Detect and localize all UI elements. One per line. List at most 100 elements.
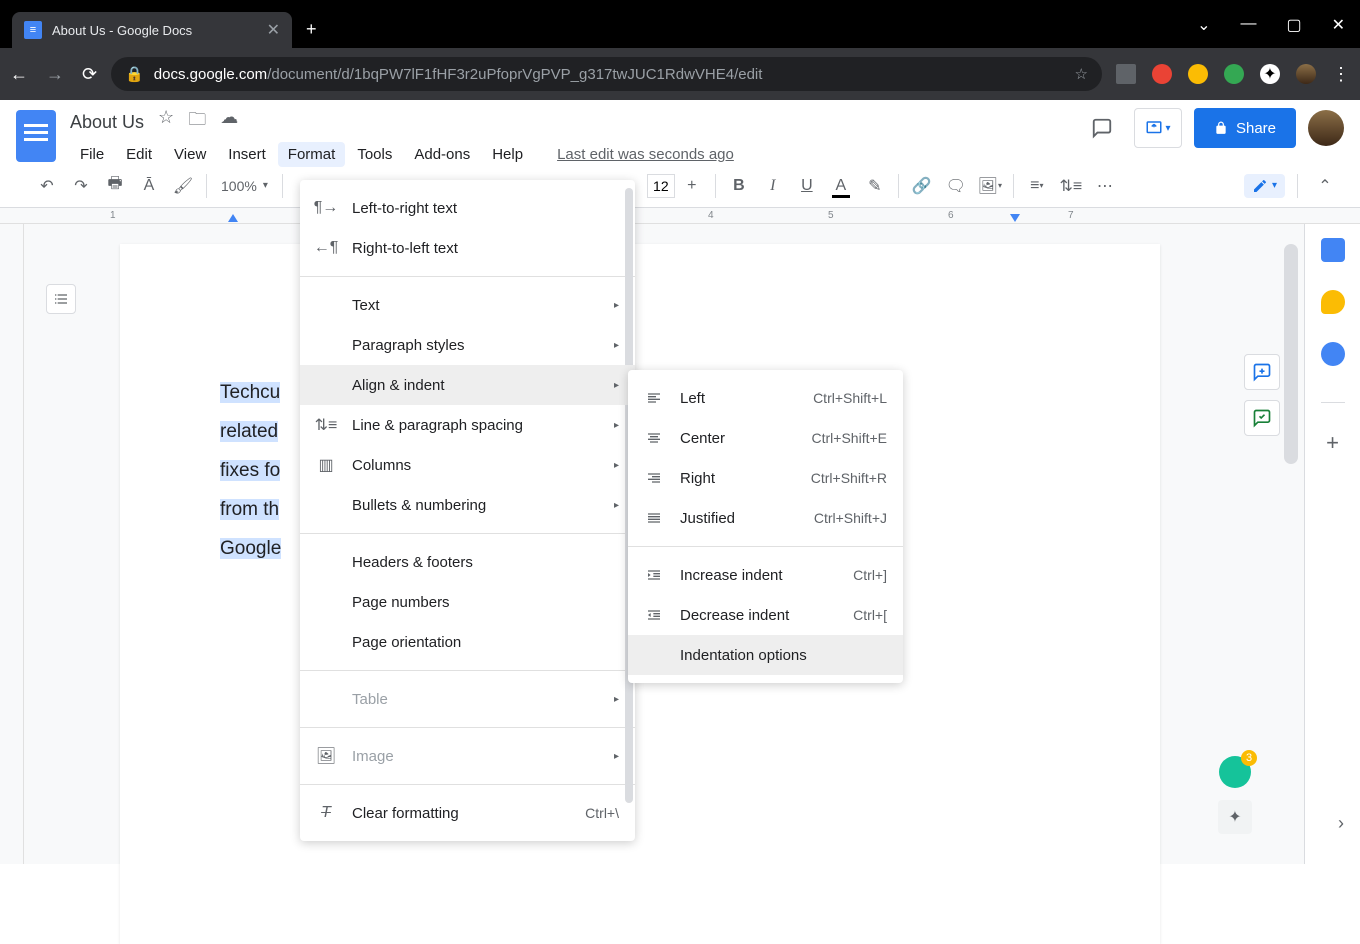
document-title[interactable]: About Us <box>70 112 144 133</box>
suggest-edit-icon[interactable] <box>1244 400 1280 436</box>
back-icon[interactable]: ← <box>10 64 28 85</box>
ext-icon[interactable] <box>1224 64 1244 84</box>
increase-font-icon[interactable]: + <box>677 171 707 201</box>
ext-icon[interactable] <box>1116 64 1136 84</box>
menu-item-align-center[interactable]: Center Ctrl+Shift+E <box>628 418 903 458</box>
menu-item-increase-indent[interactable]: Increase indent Ctrl+] <box>628 555 903 595</box>
keep-icon[interactable] <box>1321 290 1345 314</box>
outline-toggle-icon[interactable] <box>46 284 76 314</box>
comment-icon[interactable]: 🗨 <box>941 171 971 201</box>
editing-mode-button[interactable]: ▾ <box>1244 174 1285 198</box>
side-panel-expand-icon[interactable]: › <box>1338 813 1344 834</box>
address-bar: ← → ⟳ 🔒 docs.google.com/document/d/1bqPW… <box>0 48 1360 100</box>
highlight-icon[interactable]: ✎ <box>860 171 890 201</box>
window-dropdown-icon[interactable]: ⌄ <box>1197 15 1210 35</box>
vertical-ruler[interactable] <box>0 224 24 864</box>
menu-item-columns[interactable]: ▥Columns▸ <box>300 445 635 485</box>
menu-item-headers-footers[interactable]: Headers & footers <box>300 542 635 582</box>
italic-icon[interactable]: I <box>758 171 788 201</box>
grammarly-icon[interactable] <box>1219 756 1251 788</box>
vertical-scrollbar[interactable] <box>1284 244 1298 844</box>
ext-icon[interactable] <box>1152 64 1172 84</box>
underline-icon[interactable]: U <box>792 171 822 201</box>
browser-tab[interactable]: ≡ About Us - Google Docs ✕ <box>12 12 292 48</box>
explore-icon[interactable]: ✦ <box>1218 800 1252 834</box>
url-field[interactable]: 🔒 docs.google.com/document/d/1bqPW7lF1fH… <box>111 57 1102 91</box>
menu-item-bullets[interactable]: Bullets & numbering▸ <box>300 485 635 525</box>
menu-item-line-spacing[interactable]: ⇅≡Line & paragraph spacing▸ <box>300 405 635 445</box>
menu-item-ltr[interactable]: ¶→ Left-to-right text <box>300 188 635 228</box>
ruler-mark: 5 <box>828 210 834 221</box>
cloud-icon[interactable]: ☁ <box>220 107 238 137</box>
more-icon[interactable]: ⋯ <box>1090 171 1120 201</box>
ext-icon[interactable] <box>1188 64 1208 84</box>
format-menu: ¶→ Left-to-right text ←¶ Right-to-left t… <box>300 180 635 841</box>
image-icon[interactable]: 🖼▾ <box>975 171 1005 201</box>
ltr-icon: ¶→ <box>316 199 336 217</box>
menu-item-indentation-options[interactable]: Indentation options <box>628 635 903 675</box>
reload-icon[interactable]: ⟳ <box>82 64 97 85</box>
undo-icon[interactable]: ↶ <box>32 171 62 201</box>
menu-item-decrease-indent[interactable]: Decrease indent Ctrl+[ <box>628 595 903 635</box>
font-size-input[interactable] <box>647 174 675 198</box>
window-minimize-icon[interactable]: — <box>1240 15 1256 35</box>
window-maximize-icon[interactable]: ▢ <box>1286 15 1301 35</box>
scroll-thumb[interactable] <box>1284 244 1298 464</box>
link-icon[interactable]: 🔗 <box>907 171 937 201</box>
text-color-icon[interactable]: A <box>826 171 856 201</box>
menu-item-clear-formatting[interactable]: T Clear formatting Ctrl+\ <box>300 793 635 833</box>
menu-item-page-numbers[interactable]: Page numbers <box>300 582 635 622</box>
present-button[interactable]: ▾ <box>1134 108 1182 148</box>
browser-menu-icon[interactable]: ⋮ <box>1332 64 1350 84</box>
title-block: About Us ☆ 🗀 ☁ File Edit View Insert For… <box>70 108 1082 167</box>
menu-item-rtl[interactable]: ←¶ Right-to-left text <box>300 228 635 268</box>
profile-avatar[interactable] <box>1296 64 1316 84</box>
spellcheck-icon[interactable]: Ā <box>134 171 164 201</box>
bold-icon[interactable]: B <box>724 171 754 201</box>
line-spacing-icon[interactable]: ⇅≡ <box>1056 171 1086 201</box>
user-avatar[interactable] <box>1308 110 1344 146</box>
redo-icon[interactable]: ↷ <box>66 171 96 201</box>
menu-insert[interactable]: Insert <box>218 142 276 167</box>
menu-item-align-right[interactable]: Right Ctrl+Shift+R <box>628 458 903 498</box>
new-tab-button[interactable]: + <box>306 19 317 48</box>
move-icon[interactable]: 🗀 <box>188 107 206 137</box>
menu-format[interactable]: Format <box>278 142 346 167</box>
calendar-icon[interactable] <box>1321 238 1345 262</box>
zoom-selector[interactable]: 100%▾ <box>215 178 274 194</box>
menu-item-align-justified[interactable]: Justified Ctrl+Shift+J <box>628 498 903 538</box>
align-left-icon <box>644 390 664 406</box>
menu-tools[interactable]: Tools <box>347 142 402 167</box>
menu-file[interactable]: File <box>70 142 114 167</box>
menu-addons[interactable]: Add-ons <box>404 142 480 167</box>
tasks-icon[interactable] <box>1321 342 1345 366</box>
url-path: /document/d/1bqPW7lF1fHF3r2uPfoprVgPVP_g… <box>267 66 762 83</box>
star-icon[interactable]: ☆ <box>158 107 174 137</box>
star-icon[interactable]: ☆ <box>1075 65 1088 83</box>
align-icon[interactable]: ≡▾ <box>1022 171 1052 201</box>
menu-item-text[interactable]: Text▸ <box>300 285 635 325</box>
last-edit-link[interactable]: Last edit was seconds ago <box>547 142 744 167</box>
menu-item-align-left[interactable]: Left Ctrl+Shift+L <box>628 378 903 418</box>
menu-view[interactable]: View <box>164 142 216 167</box>
browser-chrome: ⌄ — ▢ ✕ ≡ About Us - Google Docs ✕ + ← →… <box>0 0 1360 100</box>
add-comment-icon[interactable] <box>1244 354 1280 390</box>
menu-help[interactable]: Help <box>482 142 533 167</box>
menu-item-page-orientation[interactable]: Page orientation <box>300 622 635 662</box>
print-icon[interactable]: 🖶 <box>100 171 130 201</box>
collapse-icon[interactable]: ⌃ <box>1310 171 1340 201</box>
horizontal-ruler[interactable]: 1 4 5 6 7 <box>0 208 1360 224</box>
left-indent-marker[interactable] <box>228 214 238 222</box>
tab-close-icon[interactable]: ✕ <box>267 20 280 40</box>
extensions-icon[interactable]: ✦ <box>1260 64 1280 84</box>
menu-item-paragraph-styles[interactable]: Paragraph styles▸ <box>300 325 635 365</box>
add-addon-icon[interactable]: + <box>1321 431 1345 455</box>
paint-format-icon[interactable]: 🖌 <box>168 171 198 201</box>
docs-logo-icon[interactable] <box>16 110 56 162</box>
share-button[interactable]: Share <box>1194 108 1296 148</box>
right-indent-marker[interactable] <box>1010 214 1020 222</box>
menu-edit[interactable]: Edit <box>116 142 162 167</box>
comments-history-icon[interactable] <box>1082 108 1122 148</box>
menu-item-align-indent[interactable]: Align & indent▸ <box>300 365 635 405</box>
window-close-icon[interactable]: ✕ <box>1332 15 1345 35</box>
